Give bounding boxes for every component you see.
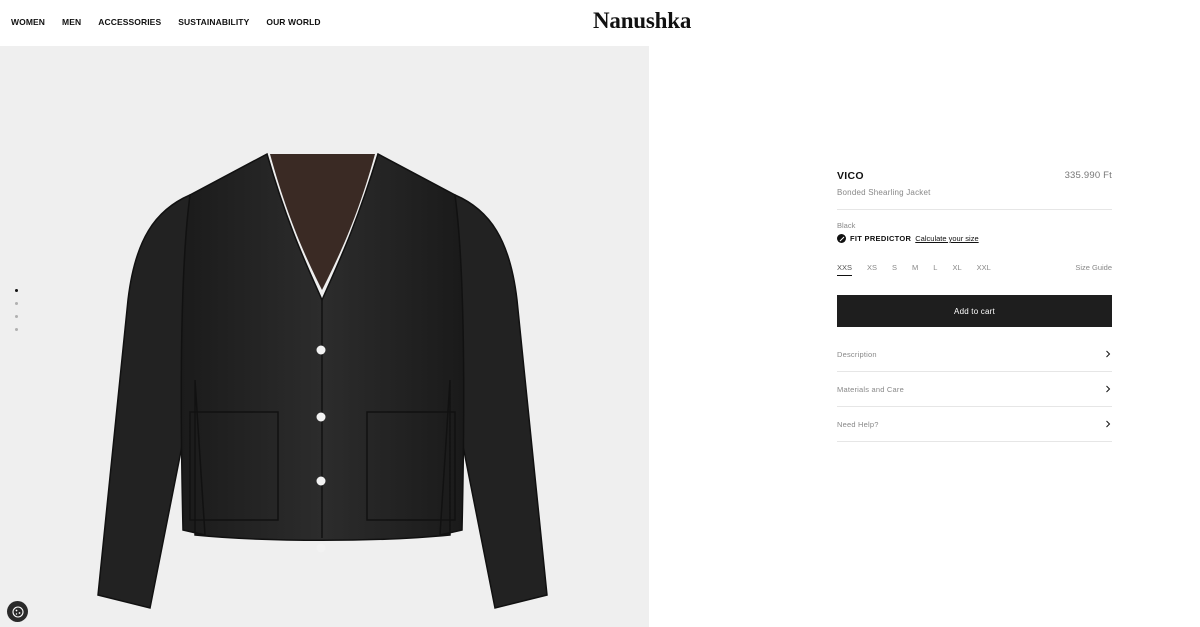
chevron-right-icon — [1106, 385, 1111, 393]
gallery-dot-4[interactable] — [15, 328, 18, 331]
product-price: 335.990 Ft — [1064, 170, 1112, 181]
accordion-need-help[interactable]: Need Help? — [837, 407, 1112, 442]
nav-women[interactable]: WOMEN — [11, 17, 45, 27]
accordion-label: Description — [837, 350, 877, 359]
size-option-l[interactable]: L — [933, 263, 937, 272]
calculate-size-link[interactable]: Calculate your size — [915, 234, 978, 243]
add-to-cart-button[interactable]: Add to cart — [837, 295, 1112, 327]
size-guide-link[interactable]: Size Guide — [1075, 263, 1112, 272]
cookie-settings-button[interactable] — [7, 601, 28, 622]
site-header: WOMEN MEN ACCESSORIES SUSTAINABILITY OUR… — [0, 0, 1200, 46]
gallery-pagination — [15, 289, 18, 331]
size-option-xs[interactable]: XS — [867, 263, 877, 272]
size-option-m[interactable]: M — [912, 263, 918, 272]
product-gallery[interactable] — [0, 46, 649, 627]
fit-predictor-icon — [837, 234, 846, 243]
accordion-materials-care[interactable]: Materials and Care — [837, 372, 1112, 407]
product-image — [97, 152, 548, 609]
title-row: VICO 335.990 Ft — [837, 170, 1112, 182]
product-name: VICO — [837, 170, 864, 182]
brand-logo[interactable]: Nanushka — [593, 8, 691, 34]
size-option-xxl[interactable]: XXL — [977, 263, 991, 272]
chevron-right-icon — [1106, 420, 1111, 428]
product-subtitle: Bonded Shearling Jacket — [837, 188, 931, 197]
product-color: Black — [837, 221, 856, 230]
size-option-xxs[interactable]: XXS — [837, 263, 853, 276]
accordion-label: Materials and Care — [837, 384, 904, 394]
cookie-icon — [11, 605, 24, 618]
size-selector: XXS XS S M L XL XXL Size Guide — [837, 260, 1112, 276]
gallery-dot-2[interactable] — [15, 302, 18, 305]
fit-predictor: FIT PREDICTOR Calculate your size — [837, 234, 1112, 243]
main-nav: WOMEN MEN ACCESSORIES SUSTAINABILITY OUR… — [11, 17, 338, 27]
accordion-list: Description Materials and Care Need Help… — [837, 350, 1112, 442]
accordion-label: Need Help? — [837, 419, 879, 429]
accordion-description[interactable]: Description — [837, 350, 1112, 372]
size-option-s[interactable]: S — [892, 263, 897, 272]
nav-our-world[interactable]: OUR WORLD — [266, 17, 320, 27]
nav-sustainability[interactable]: SUSTAINABILITY — [178, 17, 249, 27]
divider — [837, 209, 1112, 210]
product-details: VICO 335.990 Ft Bonded Shearling Jacket … — [837, 170, 1112, 442]
size-option-xl[interactable]: XL — [952, 263, 961, 272]
fit-predictor-label: FIT PREDICTOR — [850, 234, 912, 243]
gallery-dot-3[interactable] — [15, 315, 18, 318]
gallery-dot-1[interactable] — [15, 289, 18, 292]
nav-men[interactable]: MEN — [62, 17, 81, 27]
nav-accessories[interactable]: ACCESSORIES — [98, 17, 161, 27]
chevron-right-icon — [1106, 350, 1111, 358]
